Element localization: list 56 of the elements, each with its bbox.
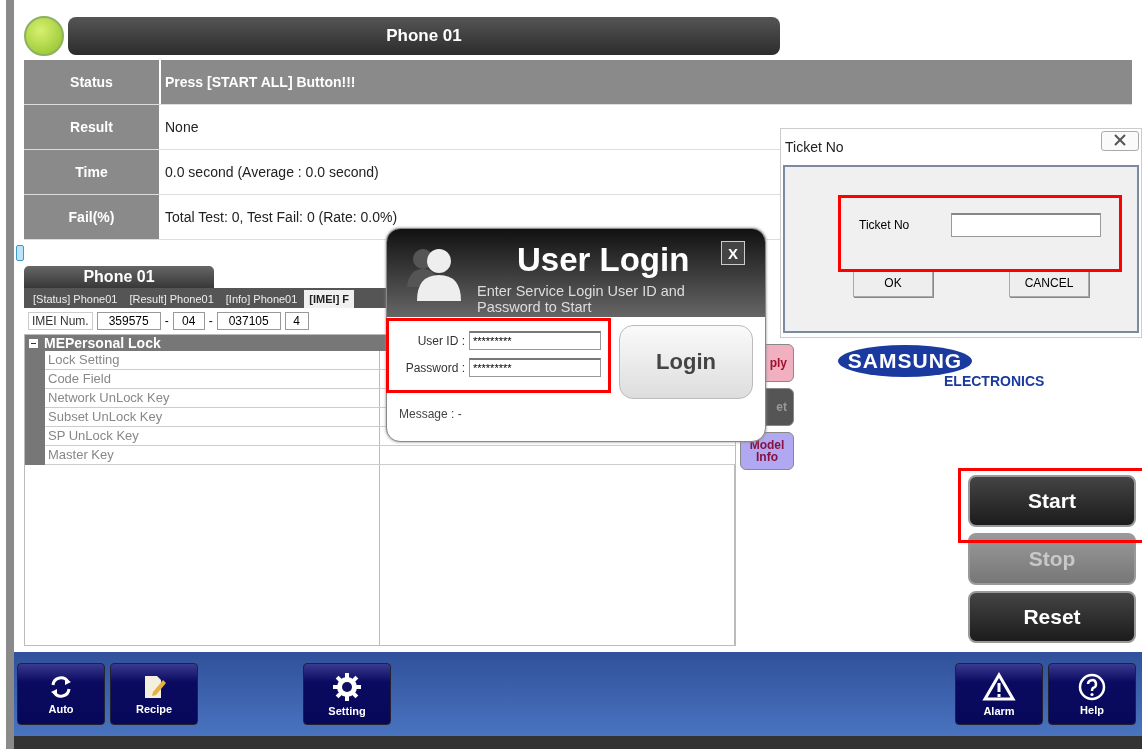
tree-item[interactable]: SP UnLock Key [45, 427, 380, 445]
row-value: Press [START ALL] Button!!! [165, 74, 356, 90]
toolbar-button[interactable]: Alarm [955, 663, 1043, 725]
imei-field[interactable]: 4 [284, 312, 309, 330]
tree-item[interactable]: Code Field [45, 370, 380, 388]
warning-icon [982, 671, 1016, 702]
toolbar-button[interactable]: Setting [303, 663, 391, 725]
collapse-icon[interactable] [29, 338, 38, 348]
control-button[interactable]: Reset [968, 591, 1136, 643]
panel-title: Phone 01 [24, 266, 214, 288]
tab[interactable]: [Status] Phone01 [28, 290, 123, 308]
tree-item[interactable]: Network UnLock Key [45, 389, 380, 407]
tree-item[interactable]: Lock Setting [45, 351, 380, 369]
dialog-title: User Login [517, 241, 690, 279]
input-field[interactable] [951, 213, 1102, 237]
row-label: Result [24, 105, 161, 149]
close-icon [1114, 133, 1126, 146]
dialog-title: Ticket No [785, 139, 844, 155]
imei-field[interactable]: 04 [172, 312, 205, 330]
row-value: None [165, 119, 199, 135]
control-button[interactable]: Start [968, 475, 1136, 527]
toolbar-button[interactable]: Recipe [110, 663, 198, 725]
row-value: 0.0 second (Average : 0.0 second) [165, 164, 379, 180]
tree-item[interactable]: Master Key [45, 446, 380, 464]
field-label: Password : [405, 360, 465, 375]
dialog-subtitle: Enter Service Login User ID and Password to Start [477, 283, 686, 315]
separator: - [164, 314, 169, 328]
input-field[interactable]: ********* [469, 331, 601, 350]
imei-field[interactable]: 037105 [216, 312, 281, 330]
close-button[interactable] [1101, 131, 1139, 151]
tab[interactable]: [Info] Phone01 [220, 290, 303, 308]
message-text: Message : - [399, 407, 463, 421]
row-label: Fail(%) [24, 195, 161, 239]
row-label: Time [24, 150, 161, 194]
phone-title: Phone 01 [68, 17, 780, 55]
progress-marker-icon [16, 245, 24, 261]
company-logo: SAMSUNG ELECTRONICS [836, 342, 1047, 389]
side-button[interactable]: Model Info [740, 432, 794, 470]
separator: - [208, 314, 213, 328]
close-button[interactable]: X [721, 241, 745, 265]
imei-label: IMEI Num. [28, 312, 93, 330]
gear-icon [332, 671, 362, 702]
toolbar-button[interactable]: Auto [17, 663, 105, 725]
tab[interactable]: [Result] Phone01 [124, 290, 219, 308]
tree-group-title: MEPersonal Lock [44, 335, 161, 351]
imei-field[interactable]: 359575 [96, 312, 161, 330]
field-label: User ID : [417, 333, 465, 348]
tree-item[interactable]: Subset UnLock Key [45, 408, 380, 426]
row-value: Total Test: 0, Test Fail: 0 (Rate: 0.0%) [165, 209, 398, 225]
input-field[interactable]: ********* [469, 358, 601, 377]
row-label: Status [24, 60, 161, 104]
login-button[interactable]: Login [619, 325, 753, 399]
toolbar-button[interactable]: Help [1048, 663, 1136, 725]
tab[interactable]: [IMEI] F [304, 290, 355, 308]
help-icon [1078, 672, 1106, 701]
field-label: Ticket No [859, 218, 910, 232]
